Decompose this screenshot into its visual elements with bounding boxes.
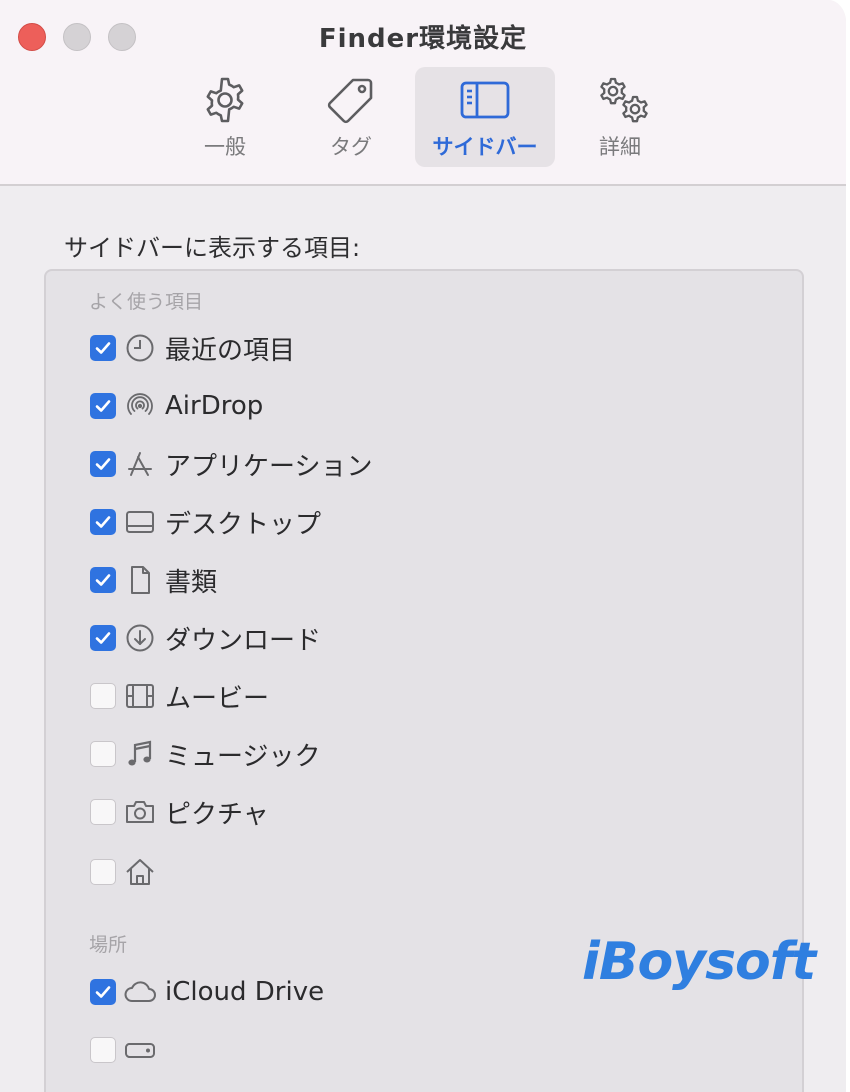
tab-tags-label: タグ — [330, 135, 372, 159]
item-label: アプリケーション — [165, 451, 373, 482]
checkbox-documents[interactable] — [90, 567, 116, 593]
checkbox-music[interactable] — [90, 741, 116, 767]
checkbox-applications[interactable] — [90, 451, 116, 477]
tab-general-label: 一般 — [204, 135, 246, 159]
list-item-drive — [90, 1030, 165, 1070]
airdrop-icon — [123, 389, 157, 423]
tab-general[interactable]: 一般 — [155, 67, 295, 167]
list-item-icloud-drive: iCloud Drive — [90, 972, 324, 1012]
document-icon — [123, 563, 157, 597]
list-item-documents: 書類 — [90, 560, 217, 600]
drive-icon — [123, 1033, 157, 1067]
list-item-applications: アプリケーション — [90, 444, 372, 484]
checkmark-icon — [95, 986, 111, 998]
item-label: 最近の項目 — [165, 335, 296, 366]
list-item-movies: ムービー — [90, 676, 269, 716]
cloud-icon — [123, 975, 157, 1009]
gear-icon — [206, 77, 244, 123]
tab-advanced-label: 詳細 — [599, 135, 641, 159]
item-label: ダウンロード — [165, 625, 322, 656]
checkbox-movies[interactable] — [90, 683, 116, 709]
checkbox-drive[interactable] — [90, 1037, 116, 1063]
applications-icon — [123, 447, 157, 481]
tab-tags[interactable]: タグ — [281, 67, 421, 167]
checkmark-icon — [95, 516, 111, 528]
list-item-home — [90, 852, 165, 892]
group-label-locations: 場所 — [89, 934, 128, 956]
checkmark-icon — [95, 458, 111, 470]
section-heading: サイドバーに表示する項目: — [64, 234, 361, 262]
item-label: iCloud Drive — [165, 977, 325, 1007]
checkbox-downloads[interactable] — [90, 625, 116, 651]
list-item-desktop: デスクトップ — [90, 502, 321, 542]
group-label-favorites: よく使う項目 — [89, 291, 204, 313]
checkbox-recents[interactable] — [90, 335, 116, 361]
item-label: AirDrop — [165, 391, 264, 421]
checkbox-pictures[interactable] — [90, 799, 116, 825]
checkbox-icloud-drive[interactable] — [90, 979, 116, 1005]
watermark-logo: iBoysoft — [582, 932, 816, 992]
desktop-icon — [123, 505, 157, 539]
window-title: Finder環境設定 — [318, 24, 528, 54]
film-icon — [123, 679, 157, 713]
home-icon — [123, 855, 157, 889]
item-label: 書類 — [165, 567, 218, 598]
gears-icon — [600, 77, 648, 123]
checkmark-icon — [95, 632, 111, 644]
preferences-window: Finder環境設定 一般 タグ サイドバー 詳細 サイドバーに表示する項目: … — [0, 0, 850, 1092]
checkmark-icon — [95, 400, 111, 412]
camera-icon — [123, 795, 157, 829]
music-note-icon — [123, 737, 157, 771]
checkmark-icon — [95, 574, 111, 586]
checkbox-airdrop[interactable] — [90, 393, 116, 419]
list-item-downloads: ダウンロード — [90, 618, 321, 658]
list-item-pictures: ピクチャ — [90, 792, 269, 832]
tab-advanced[interactable]: 詳細 — [550, 67, 690, 167]
tab-sidebar-label: サイドバー — [432, 135, 538, 159]
item-label: デスクトップ — [165, 509, 322, 540]
download-icon — [123, 621, 157, 655]
list-item-recents: 最近の項目 — [90, 328, 295, 368]
checkmark-icon — [95, 342, 111, 354]
list-item-airdrop: AirDrop — [90, 386, 263, 426]
clock-icon — [123, 331, 157, 365]
sidebar-icon — [460, 81, 510, 119]
title-bar: Finder環境設定 一般 タグ サイドバー 詳細 — [0, 0, 846, 186]
checkbox-home[interactable] — [90, 859, 116, 885]
item-label: ムービー — [165, 683, 270, 714]
item-label: ミュージック — [165, 741, 321, 772]
list-item-music: ミュージック — [90, 734, 320, 774]
checkbox-desktop[interactable] — [90, 509, 116, 535]
tag-icon — [327, 78, 373, 124]
item-label: ピクチャ — [165, 799, 269, 830]
tab-sidebar[interactable]: サイドバー — [415, 67, 555, 167]
